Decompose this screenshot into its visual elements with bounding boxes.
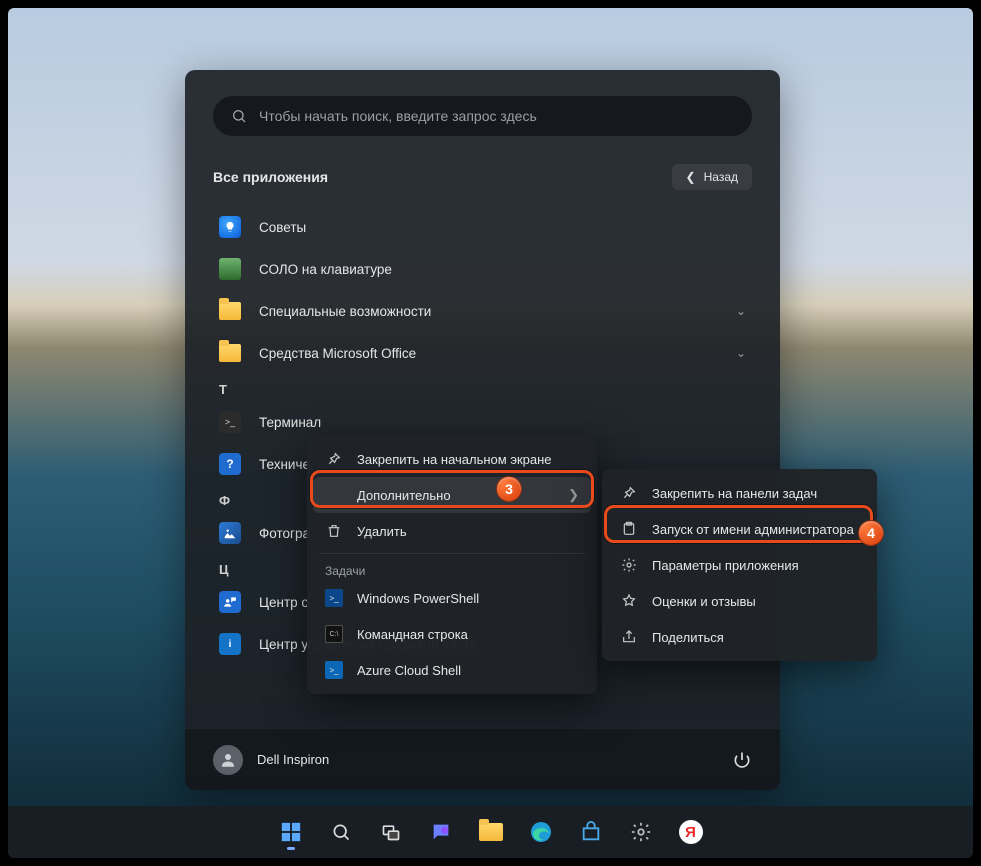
annotation-badge-3: 3 (496, 476, 522, 502)
section-letter-t[interactable]: Т (213, 374, 752, 401)
app-label: Техниче (259, 457, 310, 472)
annotation-badge-4: 4 (858, 520, 884, 546)
ctx-tasks-header: Задачи (313, 558, 591, 580)
ctx-label: Поделиться (652, 630, 724, 645)
app-accessibility-folder[interactable]: Специальные возможности ⌄ (213, 290, 752, 332)
chevron-right-icon: ❯ (568, 487, 579, 503)
edge-icon (529, 820, 553, 844)
app-label: Терминал (259, 415, 321, 430)
chat-icon (430, 821, 452, 843)
pin-icon (620, 484, 638, 502)
user-account-button[interactable]: Dell Inspiron (213, 745, 329, 775)
windows-icon (280, 821, 302, 843)
ctx-label: Дополнительно (357, 488, 451, 503)
avatar-icon (213, 745, 243, 775)
taskbar-store-button[interactable] (570, 811, 612, 853)
taskbar-yandex-button[interactable]: Я (670, 811, 712, 853)
app-label: Специальные возможности (259, 304, 431, 319)
folder-icon (479, 823, 503, 841)
yandex-icon: Я (679, 820, 703, 844)
gear-icon (620, 556, 638, 574)
folder-icon (219, 342, 241, 364)
app-label: Средства Microsoft Office (259, 346, 416, 361)
star-icon (620, 592, 638, 610)
taskbar-taskview-button[interactable] (370, 811, 412, 853)
cmd-icon: C:\ (325, 625, 343, 643)
app-label: Советы (259, 220, 306, 235)
app-label: Фотогра (259, 526, 310, 541)
ctx-run-admin[interactable]: Запуск от имени администратора (608, 511, 871, 547)
taskview-icon (381, 822, 401, 842)
tips-icon (219, 216, 241, 238)
ctx-share[interactable]: Поделиться (608, 619, 871, 655)
intel-icon: i (219, 633, 241, 655)
search-placeholder: Чтобы начать поиск, введите запрос здесь (259, 108, 537, 124)
back-button[interactable]: ❮ Назад (672, 164, 752, 190)
ctx-label: Параметры приложения (652, 558, 799, 573)
ctx-app-settings[interactable]: Параметры приложения (608, 547, 871, 583)
photos-icon (219, 522, 241, 544)
context-menu-primary: Закрепить на начальном экране Дополнител… (307, 435, 597, 694)
azure-icon: >_ (325, 661, 343, 679)
trash-icon (325, 522, 343, 540)
context-menu-submenu: Закрепить на панели задач Запуск от имен… (602, 469, 877, 661)
chevron-down-icon: ⌄ (736, 346, 746, 360)
taskbar: Я (8, 806, 973, 858)
keyboard-icon (219, 258, 241, 280)
store-icon (580, 821, 602, 843)
pin-icon (325, 450, 343, 468)
search-icon (331, 822, 351, 842)
search-icon (231, 108, 247, 124)
shield-icon (620, 520, 638, 538)
power-button[interactable] (732, 750, 752, 770)
screenshot-frame: Чтобы начать поиск, введите запрос здесь… (0, 0, 981, 866)
app-office-folder[interactable]: Средства Microsoft Office ⌄ (213, 332, 752, 374)
taskbar-chat-button[interactable] (420, 811, 462, 853)
all-apps-heading: Все приложения (213, 169, 328, 185)
ctx-label: Удалить (357, 524, 407, 539)
taskbar-edge-button[interactable] (520, 811, 562, 853)
share-icon (620, 628, 638, 646)
terminal-icon: >_ (219, 411, 241, 433)
ctx-label: Оценки и отзывы (652, 594, 756, 609)
folder-icon (219, 300, 241, 322)
blank-icon (325, 486, 343, 504)
ctx-pin-start[interactable]: Закрепить на начальном экране (313, 441, 591, 477)
ctx-pin-taskbar[interactable]: Закрепить на панели задач (608, 475, 871, 511)
taskbar-search-button[interactable] (320, 811, 362, 853)
ctx-task-powershell[interactable]: >_ Windows PowerShell (313, 580, 591, 616)
powershell-icon: >_ (325, 589, 343, 607)
feedback-icon (219, 591, 241, 613)
app-solo[interactable]: СОЛО на клавиатуре (213, 248, 752, 290)
taskbar-start-button[interactable] (270, 811, 312, 853)
ctx-task-cmd[interactable]: C:\ Командная строка (313, 616, 591, 652)
back-label: Назад (704, 170, 738, 184)
app-label: Центр о (259, 595, 309, 610)
support-icon: ? (219, 453, 241, 475)
start-footer: Dell Inspiron (185, 728, 780, 790)
ctx-label: Windows PowerShell (357, 591, 479, 606)
taskbar-settings-button[interactable] (620, 811, 662, 853)
ctx-label: Закрепить на начальном экране (357, 452, 552, 467)
chevron-down-icon: ⌄ (736, 304, 746, 318)
app-label: СОЛО на клавиатуре (259, 262, 392, 277)
ctx-task-azure[interactable]: >_ Azure Cloud Shell (313, 652, 591, 688)
ctx-label: Azure Cloud Shell (357, 663, 461, 678)
ctx-reviews[interactable]: Оценки и отзывы (608, 583, 871, 619)
app-tips[interactable]: Советы (213, 206, 752, 248)
ctx-more[interactable]: Дополнительно ❯ (313, 477, 591, 513)
taskbar-explorer-button[interactable] (470, 811, 512, 853)
ctx-label: Командная строка (357, 627, 468, 642)
gear-icon (630, 821, 652, 843)
chevron-left-icon: ❮ (686, 170, 696, 184)
separator (319, 553, 585, 554)
ctx-label: Закрепить на панели задач (652, 486, 817, 501)
ctx-uninstall[interactable]: Удалить (313, 513, 591, 549)
search-input[interactable]: Чтобы начать поиск, введите запрос здесь (213, 96, 752, 136)
ctx-label: Запуск от имени администратора (652, 522, 854, 537)
user-name: Dell Inspiron (257, 752, 329, 767)
